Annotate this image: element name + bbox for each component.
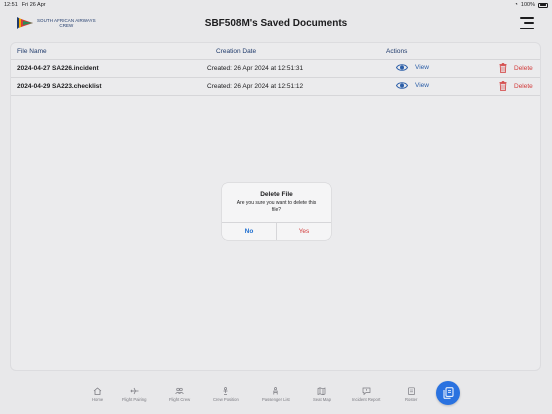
row-created: Created: 26 Apr 2024 at 12:51:31 <box>207 65 304 72</box>
documents-fab-button[interactable] <box>436 381 460 405</box>
report-icon <box>362 387 371 395</box>
header: SOUTH AFRICAN AIRWAYS CREW SBF508M's Sav… <box>0 12 552 38</box>
battery-percent: 100% <box>520 2 535 8</box>
row-file-name: 2024-04-27 SA226.incident <box>17 65 99 72</box>
tab-bar: Home Flight Pairing Flight Crew Crew Pos… <box>0 381 552 414</box>
view-label: View <box>415 64 429 71</box>
status-date: Fri 26 Apr <box>21 2 46 8</box>
tab-label: Roster <box>405 397 418 402</box>
trash-icon <box>499 81 507 91</box>
table-row: 2024-04-29 SA223.checklist Created: 26 A… <box>11 78 540 96</box>
column-creation-date: Creation Date <box>216 48 257 55</box>
table-row: 2024-04-27 SA226.incident Created: 26 Ap… <box>11 60 540 78</box>
wifi-icon: ◔ <box>514 2 518 8</box>
tab-flight-crew[interactable]: Flight Crew <box>169 387 190 402</box>
column-file-name: File Name <box>17 48 47 55</box>
tab-crew-position[interactable]: Crew Position <box>213 387 239 402</box>
tab-label: Incident Report <box>352 397 381 402</box>
map-icon <box>318 387 326 395</box>
column-actions: Actions <box>386 48 408 55</box>
view-label: View <box>415 82 429 89</box>
delete-button[interactable]: Delete <box>499 63 533 73</box>
row-created: Created: 26 Apr 2024 at 12:51:12 <box>207 83 304 90</box>
tab-seat-map[interactable]: Seat Map <box>313 387 331 402</box>
tab-roster[interactable]: Roster <box>405 387 417 402</box>
eye-icon <box>396 82 408 89</box>
dialog-title: Delete File <box>260 191 293 198</box>
delete-label: Delete <box>514 64 533 72</box>
no-button[interactable]: No <box>222 223 277 240</box>
trash-icon <box>499 63 507 73</box>
row-file-name: 2024-04-29 SA223.checklist <box>17 83 102 90</box>
roster-icon <box>407 387 415 395</box>
status-bar: 12:51 Fri 26 Apr ◔ 100% <box>0 0 552 10</box>
yes-button[interactable]: Yes <box>277 223 331 240</box>
page-title: SBF508M's Saved Documents <box>204 18 348 29</box>
menu-bar-2 <box>524 22 534 24</box>
tab-label: Home <box>92 397 104 402</box>
person-position-icon <box>223 387 228 395</box>
delete-file-dialog: Delete File Are you sure you want to del… <box>222 183 331 240</box>
tab-incident-report[interactable]: Incident Report <box>352 387 380 402</box>
tab-flight-pairing[interactable]: Flight Pairing <box>122 387 146 402</box>
menu-bar-3 <box>520 27 534 29</box>
delete-button[interactable]: Delete <box>499 81 533 91</box>
battery-icon <box>538 2 548 8</box>
delete-label: Delete <box>514 82 533 90</box>
home-icon <box>93 387 102 395</box>
menu-button[interactable] <box>520 17 534 29</box>
tab-passenger-list[interactable]: Passenger List <box>262 387 290 402</box>
table-header: File Name Creation Date Actions <box>11 43 540 60</box>
tab-label: Passenger List <box>262 397 290 402</box>
tab-label: Crew Position <box>213 397 239 402</box>
status-time: 12:51 <box>4 2 18 8</box>
eye-icon <box>396 64 408 71</box>
documents-icon <box>443 387 453 399</box>
menu-bar-1 <box>520 17 534 19</box>
dialog-buttons: No Yes <box>222 222 331 240</box>
view-button[interactable]: View <box>396 63 429 72</box>
passenger-icon <box>273 387 278 395</box>
airplane-icon <box>130 387 139 395</box>
tab-label: Seat Map <box>313 397 331 402</box>
tab-label: Flight Pairing <box>122 397 147 402</box>
tab-label: Flight Crew <box>169 397 191 402</box>
dialog-message: Are you sure you want to delete this fil… <box>236 200 317 213</box>
people-icon <box>175 387 184 395</box>
tab-home[interactable]: Home <box>92 387 103 402</box>
view-button[interactable]: View <box>396 81 429 90</box>
